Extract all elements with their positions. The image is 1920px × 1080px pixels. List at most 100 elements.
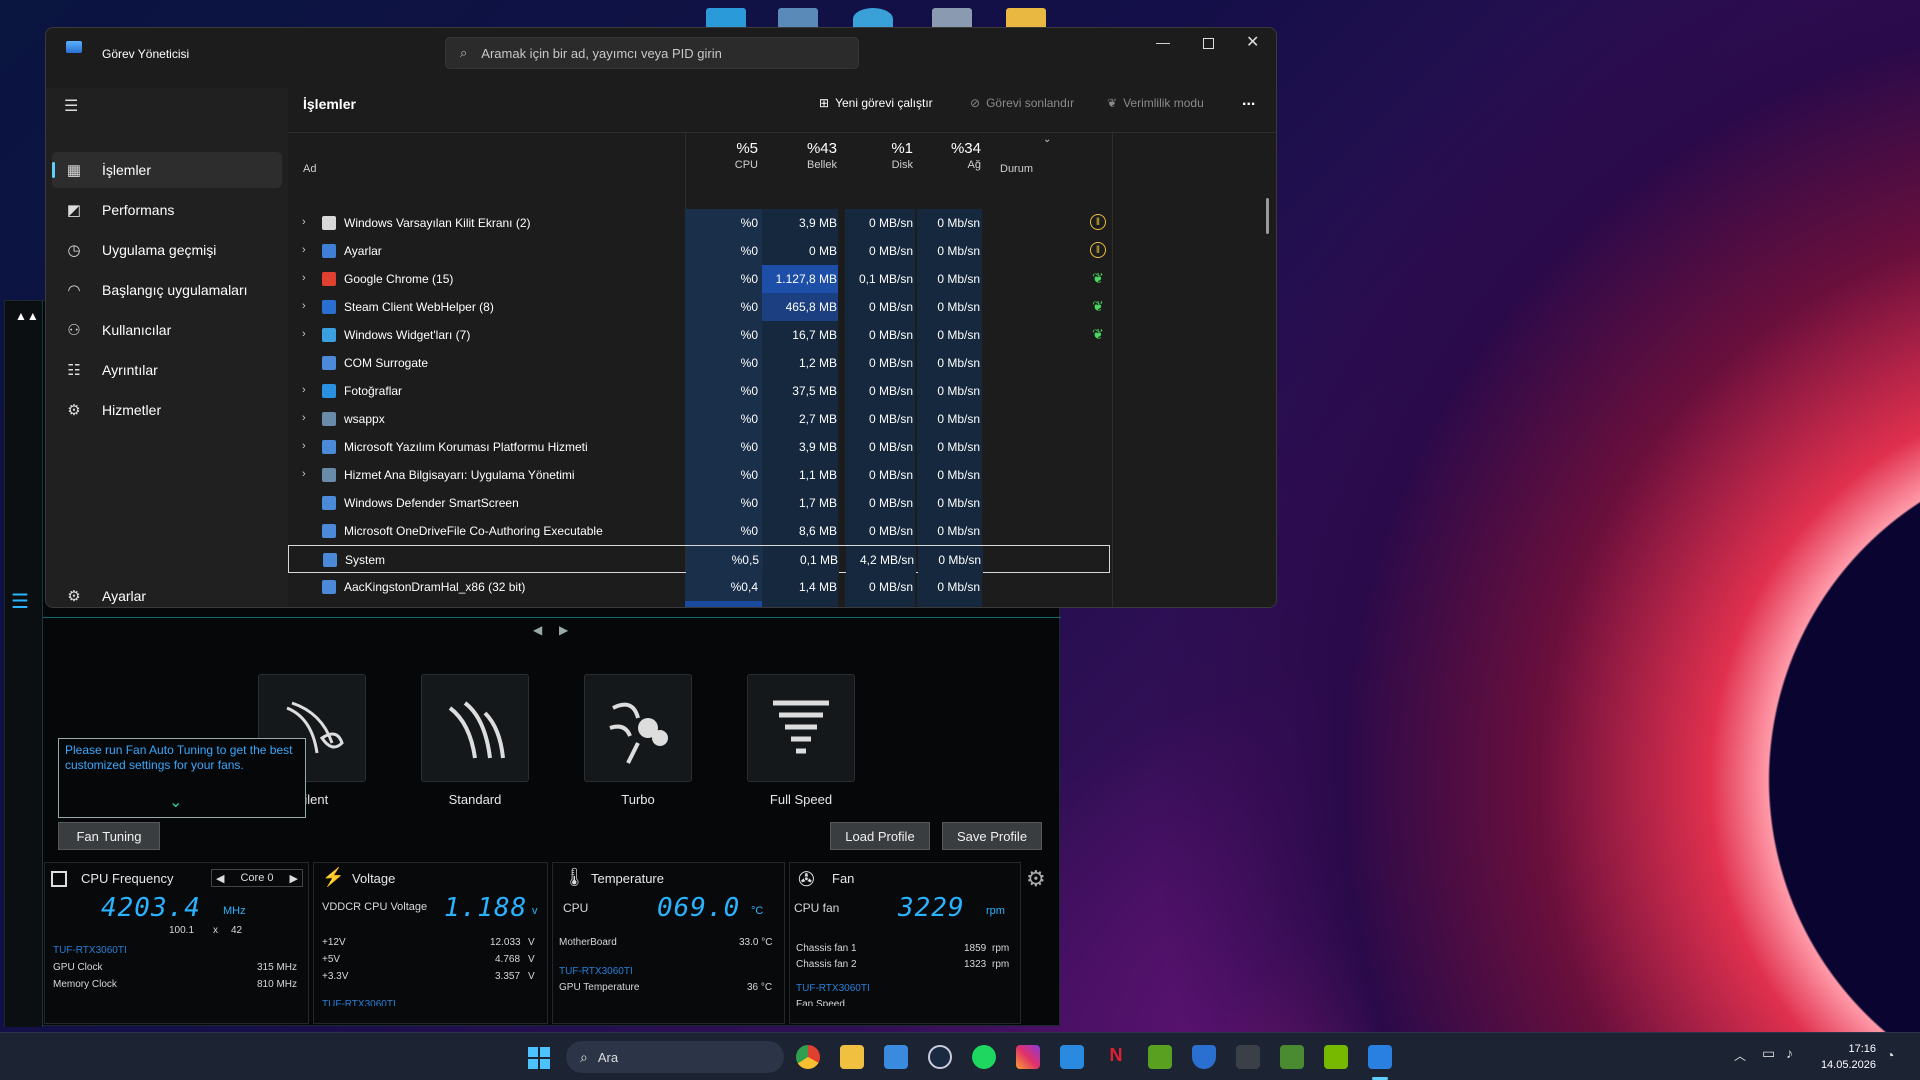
next-arrow-icon[interactable]: ▶ [559,623,568,637]
nvidia-icon[interactable] [1148,1045,1172,1069]
column-name-header[interactable]: Ad [303,163,316,175]
maximize-button[interactable] [1203,38,1214,49]
expand-chevron-icon[interactable]: › [302,244,306,256]
nav-performance[interactable]: ◩ Performans [52,192,282,228]
process-name: Windows Varsayılan Kilit Ekranı (2) [344,216,531,230]
expand-chevron-icon[interactable]: › [302,440,306,452]
expand-chevron-icon[interactable]: › [302,468,306,480]
prime-video-icon[interactable] [1060,1045,1084,1069]
efficiency-mode-button[interactable]: ❦ Verimlilik modu [1107,96,1204,110]
process-row[interactable]: AacKingstonDramHal_x86 (32 bit) %0,4 1,4 M… [288,573,1276,601]
save-profile-button[interactable]: Save Profile [942,822,1042,850]
temperature-title: Temperature [591,871,664,886]
process-icon [322,216,336,230]
process-disk: 0 MB/sn [868,244,913,258]
process-row[interactable]: › Fotoğraflar %0 37,5 MB 0 MB/sn 0 Mb/sn [288,377,1276,405]
hamburger-menu-icon[interactable]: ☰ [64,96,78,116]
task-manager-icon[interactable] [1368,1045,1392,1069]
taskbar-search[interactable]: ⌕ Ara [566,1041,784,1073]
steam-icon[interactable] [928,1045,952,1069]
process-row[interactable]: › Windows Widget'ları (7) %0 16,7 MB 0 MB/sn… [288,321,1276,349]
process-row[interactable]: › Google Chrome (15) %0 1.127,8 MB 0,1 MB/sn… [288,265,1276,293]
column-network-header[interactable]: %34 Ağ [918,140,981,171]
load-profile-button[interactable]: Load Profile [830,822,930,850]
settings-gear-icon[interactable]: ⚙ [1026,866,1046,892]
expand-chevron-icon[interactable]: › [302,328,306,340]
nav-details[interactable]: ☷ Ayrıntılar [52,352,282,388]
nav-users[interactable]: ⚇ Kullanıcılar [52,312,282,348]
windows-start-icon[interactable] [528,1047,550,1069]
fan-mode-turbo[interactable] [584,674,692,782]
process-row[interactable]: › Hizmet Ana Bilgisayarı: Uygulama Yöneti… [288,461,1276,489]
process-row[interactable]: › Ayarlar %0 0 MB 0 MB/sn 0 Mb/sn ǁ [288,237,1276,265]
netflix-icon[interactable]: N [1104,1045,1128,1069]
process-row[interactable]: Windows Defender SmartScreen %0 1,7 MB 0 MB… [288,489,1276,517]
expand-chevron-icon[interactable]: › [302,216,306,228]
expand-chevron-icon[interactable]: › [302,300,306,312]
column-memory-header[interactable]: %43 Bellek [762,140,837,171]
column-cpu-header[interactable]: %5 CPU [686,140,758,171]
nav-services[interactable]: ⚙ Hizmetler [52,392,282,428]
fan-tuning-button[interactable]: Fan Tuning [58,822,160,850]
process-row[interactable]: System %0,5 0,1 MB 4,2 MB/sn 0 Mb/sn [288,545,1110,574]
cpu-multiplier: 42 [231,925,243,936]
process-row[interactable]: Microsoft OneDriveFile Co-Authoring Exec… [288,517,1276,545]
process-row[interactable]: › Steam Client WebHelper (8) %0 465,8 MB 0 M… [288,293,1276,321]
process-row[interactable]: › Microsoft Yazılım Koruması Platformu Hi… [288,433,1276,461]
prev-arrow-icon[interactable]: ◀ [533,623,542,637]
tray-chevron-icon[interactable]: ︿ [1734,1047,1746,1064]
expand-chevron-icon[interactable]: › [302,384,306,396]
store-icon[interactable] [884,1045,908,1069]
sort-chevron-icon[interactable]: ⌄ [1043,134,1051,145]
network-icon[interactable]: ▭ [1762,1045,1775,1062]
nav-startup-apps[interactable]: ◠ Başlangıç uygulamaları [52,272,282,308]
geforce-icon[interactable] [1324,1045,1348,1069]
close-button[interactable]: ✕ [1246,32,1259,52]
vertical-scrollbar[interactable] [1266,198,1269,234]
core-selector[interactable]: ◀ Core 0 ▶ [211,869,303,887]
core-next-icon[interactable]: ▶ [290,872,298,885]
process-icon [322,524,336,538]
nav-settings[interactable]: ⚙ Ayarlar [52,578,282,607]
process-row[interactable]: COM Surrogate %0 1,2 MB 0 MB/sn 0 Mb/sn [288,349,1276,377]
chrome-icon[interactable] [796,1045,820,1069]
process-cpu: %0 [740,272,758,286]
nav-processes[interactable]: ▦ İşlemler [52,152,282,188]
notifications-icon[interactable]: ◔ [1886,1047,1894,1063]
chevron-down-icon[interactable]: ⌄ [169,795,182,811]
search-box[interactable]: ⌕ Aramak için bir ad, yayımcı veya PID g… [445,37,859,69]
process-row[interactable]: › wsappx %0 2,7 MB 0 MB/sn 0 Mb/sn [288,405,1276,433]
core-prev-icon[interactable]: ◀ [216,872,224,885]
process-icon [322,356,336,370]
gpu-tweak-icon[interactable] [1280,1045,1304,1069]
clock-date[interactable]: 14.05.2026 [1816,1059,1876,1071]
new-task-button[interactable]: ⊞ Yeni görevi çalıştır [819,96,933,110]
instagram-icon[interactable] [1016,1045,1040,1069]
process-memory: 0,1 MB [799,553,838,567]
nav-app-history[interactable]: ◷ Uygulama geçmişi [52,232,282,268]
volume-icon[interactable]: ♪ [1786,1045,1793,1061]
more-options-button[interactable]: ... [1242,92,1255,110]
column-status-header[interactable]: Durum [1000,163,1033,175]
clock-time[interactable]: 17:16 [1824,1043,1876,1055]
column-disk-header[interactable]: %1 Disk [846,140,913,171]
spotify-icon[interactable] [972,1045,996,1069]
fan-mode-full-speed[interactable] [747,674,855,782]
navigation-sidebar: ☰ ▦ İşlemler ◩ Performans ◷ Uygulama geçmiş… [46,88,288,607]
process-name: System [345,553,386,567]
fan-mode-standard[interactable] [421,674,529,782]
cpu-fan-label: CPU fan [794,901,840,915]
expand-chevron-icon[interactable]: › [302,272,306,284]
expand-chevron-icon[interactable]: › [302,412,306,424]
fan-mode-label-standard: Standard [448,792,502,807]
minimize-button[interactable]: — [1156,34,1170,50]
process-name: Microsoft OneDriveFile Co-Authoring Exec… [344,524,603,538]
process-row[interactable]: › Windows Varsayılan Kilit Ekranı (2) %0 3,… [288,209,1276,237]
security-shield-icon[interactable] [1192,1045,1216,1069]
process-row[interactable]: AAC MB HAL (32 bit)%1,31,5 MB0 MB/sn0 Mb… [288,601,1276,607]
file-explorer-icon[interactable] [840,1045,864,1069]
armoury-crate-icon[interactable] [1236,1045,1260,1069]
disk-cell-bg [845,601,915,607]
end-task-button[interactable]: ⊘ Görevi sonlandır [970,96,1074,110]
menu-expand-icon[interactable]: ☰ [11,589,29,614]
